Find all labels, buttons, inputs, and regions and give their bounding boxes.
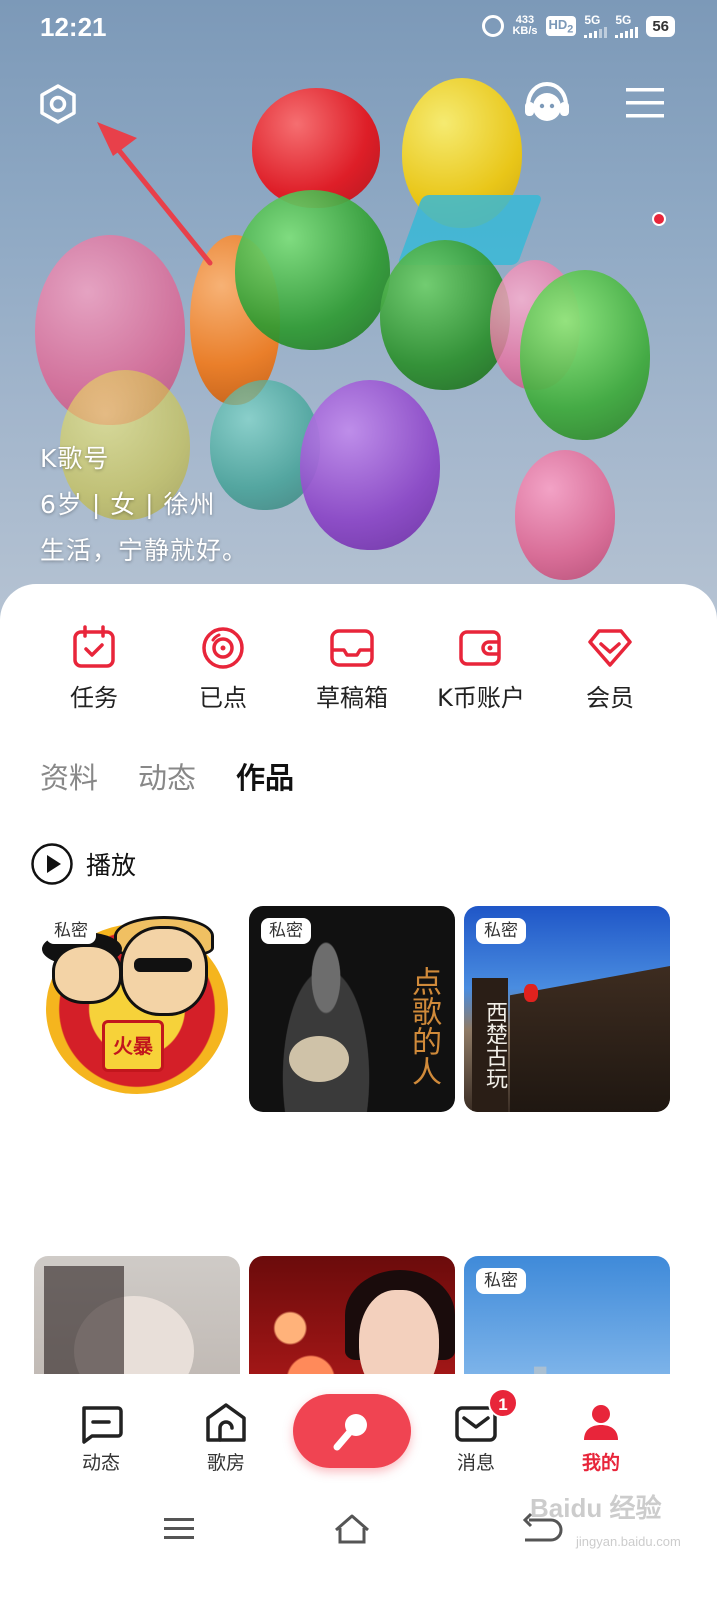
balloon-decoration — [300, 380, 440, 550]
tab-profile[interactable]: 资料 — [40, 756, 98, 800]
k-id: K歌号 — [40, 444, 110, 473]
quick-action-tasks[interactable]: 任务 — [29, 624, 159, 714]
play-all[interactable]: 播放 — [30, 842, 136, 886]
watermark-sub: jingyan.baidu.com — [576, 1534, 681, 1549]
calendar-check-icon — [73, 625, 115, 668]
alarm-icon — [482, 15, 505, 37]
status-time: 12:21 — [40, 12, 107, 42]
signal-bars-icon — [584, 26, 608, 38]
quick-action-label: 已点 — [199, 684, 247, 712]
profile-tabs: 资料 动态 作品 — [40, 756, 294, 800]
bottom-navigation: 动态 歌房 1 消息 我的 — [0, 1374, 717, 1500]
cover-photo — [289, 1036, 349, 1082]
signal-1: 5G — [584, 13, 608, 38]
person-icon — [584, 1405, 618, 1440]
disc-icon — [202, 627, 244, 669]
quick-action-label: 草稿箱 — [316, 684, 388, 712]
status-icons: 433 KB/s HD2 5G 5G 56 — [482, 14, 675, 38]
signal-2: 5G — [615, 13, 639, 38]
notification-dot — [652, 212, 666, 226]
wallet-icon — [459, 630, 501, 666]
quick-action-label: 任务 — [70, 684, 118, 712]
quick-action-vip[interactable]: 会员 — [545, 624, 675, 714]
quick-action-label: 会员 — [586, 684, 634, 712]
nav-item-moments[interactable]: 动态 — [51, 1400, 151, 1476]
headset-icon[interactable] — [522, 80, 572, 126]
quick-action-kcoin[interactable]: K币账户 — [416, 624, 546, 714]
annotation-arrow — [97, 122, 213, 266]
microphone-icon — [333, 1414, 367, 1451]
hd-badge: HD2 — [545, 15, 577, 37]
unread-badge: 1 — [488, 1388, 518, 1418]
battery-indicator: 56 — [646, 15, 675, 37]
cover-title-text: 点歌的人 — [406, 966, 441, 1086]
status-bar: 12:21 433 KB/s HD2 5G 5G 56 — [0, 0, 717, 56]
nav-label: 消息 — [456, 1452, 495, 1474]
sing-button[interactable] — [293, 1394, 411, 1468]
work-thumbnail[interactable]: 点歌的人 私密 — [249, 906, 455, 1112]
quick-actions: 任务 已点 草稿箱 K币账户 会员 — [0, 624, 717, 724]
work-thumbnail[interactable]: 西楚古玩 私密 — [464, 906, 670, 1112]
tab-moments[interactable]: 动态 — [138, 756, 196, 800]
private-badge: 私密 — [476, 1268, 526, 1294]
cover-title-text: 西楚古玩 — [472, 978, 508, 1112]
diamond-icon — [588, 629, 632, 667]
inbox-icon — [330, 629, 374, 667]
hamburger-icon[interactable] — [626, 86, 664, 120]
bio: 生活，宁静就好。 — [40, 536, 249, 565]
signal-1-label: 5G — [584, 13, 601, 27]
nav-item-messages[interactable]: 1 消息 — [426, 1388, 526, 1476]
quick-action-label: K币账户 — [437, 684, 525, 712]
network-speed: 433 KB/s — [512, 15, 537, 37]
chat-icon — [82, 1406, 123, 1444]
balloon-decoration — [515, 450, 615, 580]
cartoon-art — [52, 944, 122, 1004]
hd-sub: 2 — [567, 23, 574, 36]
signal-2-label: 5G — [615, 13, 632, 27]
play-label: 播放 — [86, 851, 137, 880]
play-icon — [31, 843, 73, 885]
recent-apps-icon[interactable] — [158, 1510, 208, 1546]
age-gender-city: 6岁 | 女 | 徐州 — [40, 490, 216, 519]
home-icon[interactable] — [330, 1510, 380, 1546]
private-badge: 私密 — [476, 918, 526, 944]
gear-icon[interactable] — [38, 84, 78, 124]
nav-item-me[interactable]: 我的 — [551, 1400, 651, 1476]
balloon-decoration — [235, 190, 390, 350]
nav-label: 歌房 — [206, 1452, 245, 1474]
nav-item-rooms[interactable]: 歌房 — [176, 1400, 276, 1476]
balloon-decoration — [520, 270, 650, 440]
cover-photo — [524, 984, 538, 1002]
network-speed-unit: KB/s — [512, 25, 538, 37]
cover-sign-text: 火暴 — [102, 1020, 164, 1072]
work-thumbnail[interactable]: 火暴 私密 — [34, 906, 240, 1112]
signal-bars-icon — [615, 26, 639, 38]
quick-action-ordered[interactable]: 已点 — [158, 624, 288, 714]
house-icon — [206, 1403, 246, 1442]
cover-photo — [271, 940, 381, 1112]
profile-header: 12:21 433 KB/s HD2 5G 5G 56 K歌号 6岁 | 女 |… — [0, 0, 717, 640]
nav-label: 动态 — [81, 1452, 120, 1474]
tab-works[interactable]: 作品 — [236, 756, 294, 800]
hd-label: HD — [548, 16, 568, 32]
quick-action-drafts[interactable]: 草稿箱 — [287, 624, 417, 714]
nav-label: 我的 — [581, 1452, 620, 1474]
profile-info: K歌号 6岁 | 女 | 徐州 生活，宁静就好。 — [40, 436, 248, 574]
private-badge: 私密 — [46, 918, 96, 944]
private-badge: 私密 — [261, 918, 311, 944]
cartoon-art — [134, 958, 192, 972]
